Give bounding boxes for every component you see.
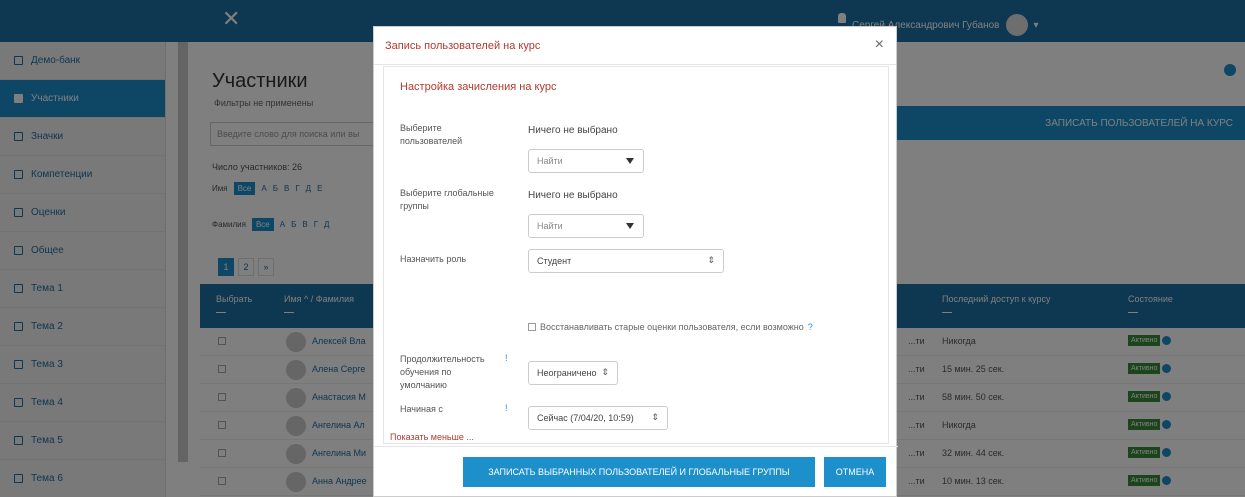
role-select[interactable]: Студент ⇕ [528,249,724,273]
select-users-value: Ничего не выбрано [528,125,618,136]
role-value: Студент [537,256,572,266]
dialog-body: Настройка зачисления на курс Выберите по… [374,66,898,446]
select-users-label: Выберите пользователей [400,123,463,146]
duration-value: Неограничено [537,368,597,378]
select-arrows-icon: ⇕ [651,412,659,422]
dialog-header: Запись пользователей на курс × [374,27,896,65]
start-value: Сейчас (7/04/20, 10:59) [537,413,634,423]
dialog-title: Запись пользователей на курс [385,40,541,52]
duration-select[interactable]: Неограничено ⇕ [528,361,618,385]
select-groups-label: Выберите глобальные группы [400,188,494,211]
enroll-selected-button[interactable]: ЗАПИСАТЬ ВЫБРАННЫХ ПОЛЬЗОВАТЕЛЕЙ И ГЛОБА… [463,457,815,487]
checkbox[interactable] [528,323,536,331]
help-icon[interactable]: ? [808,322,813,332]
find-groups-select[interactable]: Найти [528,214,644,238]
find-placeholder: Найти [537,221,563,231]
help-icon[interactable]: ! [505,353,508,363]
show-less-link[interactable]: Показать меньше ... [390,432,474,442]
close-icon[interactable]: × [875,36,884,54]
assign-role-label: Назначить роль [400,254,467,264]
help-icon[interactable]: ! [505,403,508,413]
dialog-footer: ЗАПИСАТЬ ВЫБРАННЫХ ПОЛЬЗОВАТЕЛЕЙ И ГЛОБА… [374,446,898,497]
recover-grades-checkbox[interactable]: Восстанавливать старые оценки пользовате… [528,322,813,332]
select-arrows-icon: ⇕ [601,367,609,377]
caret-down-icon [626,223,634,229]
select-groups-value: Ничего не выбрано [528,190,618,201]
cancel-button[interactable]: ОТМЕНА [824,457,886,487]
caret-down-icon [626,158,634,164]
start-select[interactable]: Сейчас (7/04/20, 10:59) ⇕ [528,406,668,430]
duration-label: Продолжительность обучения по умолчанию [400,354,485,390]
start-label: Начиная с [400,404,443,414]
enrolment-options-section: Настройка зачисления на курс Выберите по… [383,66,889,444]
enroll-users-dialog: Запись пользователей на курс × Настройка… [373,26,898,497]
find-placeholder: Найти [537,156,563,166]
section-title: Настройка зачисления на курс [400,81,557,93]
find-users-select[interactable]: Найти [528,149,644,173]
recover-grades-label: Восстанавливать старые оценки пользовате… [540,322,804,332]
select-arrows-icon: ⇕ [707,255,715,265]
